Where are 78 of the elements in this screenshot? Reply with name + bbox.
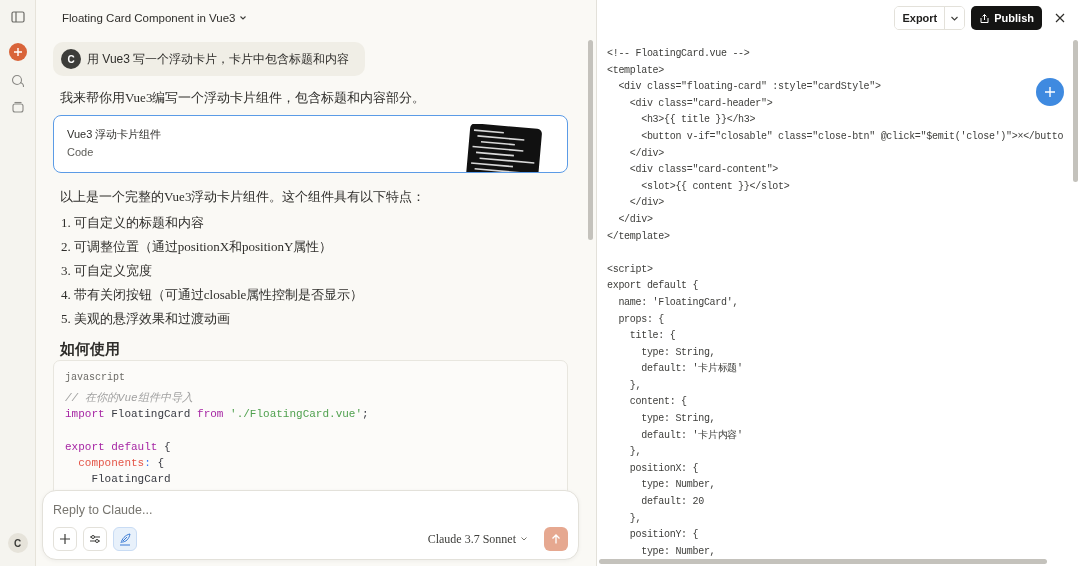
code-line: components: {: [77, 456, 165, 472]
code-line: },: [628, 511, 642, 526]
code-line: },: [628, 445, 642, 460]
new-chat-icon[interactable]: [8, 43, 27, 61]
projects-icon[interactable]: [9, 99, 26, 115]
code-line: <h3>{{ title }}</h3>: [640, 113, 756, 128]
user-avatar[interactable]: C: [7, 533, 28, 553]
list-number: 1.: [61, 215, 71, 231]
chat-title[interactable]: Floating Card Component in Vue3: [62, 9, 248, 27]
code-language: javascript: [65, 372, 125, 383]
arrow-up-icon[interactable]: [550, 533, 562, 545]
code-line: content: {: [628, 395, 687, 410]
code-line: FloatingCard: [90, 472, 171, 488]
scrollbar-thumb[interactable]: [599, 559, 1047, 564]
settings-button[interactable]: [83, 527, 107, 551]
list-number: 4.: [61, 287, 71, 303]
code-line: </div>: [628, 146, 664, 161]
code-line: name: 'FloatingCard',: [617, 295, 739, 310]
message-text: 用 Vue3 写一个浮动卡片，卡片中包含标题和内容: [87, 50, 350, 68]
code-line: <div class="floating-card" :style="cardStyle">: [617, 80, 881, 95]
sidebar-toggle-icon[interactable]: [9, 9, 26, 25]
caret-icon[interactable]: [520, 535, 528, 543]
artifact-title: Vue3 浮动卡片组件: [67, 127, 162, 142]
list-item-text: 美观的悬浮效果和过渡动画: [73, 311, 230, 327]
list-number: 2.: [61, 239, 71, 255]
send-button[interactable]: [544, 527, 568, 551]
scrollbar-thumb[interactable]: [588, 40, 593, 240]
code-line: <!-- FloatingCard.vue -->: [607, 47, 750, 61]
code-line: <slot>{{ content }}</slot>: [640, 179, 790, 194]
list-item-text: 带有关闭按钮（可通过closable属性控制是否显示）: [73, 287, 364, 303]
code-line: <button v-if="closable" class="close-btn" @click="$emit('close')">×</butto: [640, 129, 1064, 144]
code-line: <template>: [607, 63, 664, 78]
code-line: type: Number,: [640, 544, 716, 559]
section-heading: 如何使用: [60, 340, 121, 359]
code-line: </div>: [628, 196, 664, 211]
code-line: title: {: [628, 329, 676, 344]
share-icon: [979, 12, 991, 24]
code-line: export default {: [607, 279, 699, 294]
reply-text: 我来帮你用Vue3编写一个浮动卡片组件，包含标题和内容部分。: [60, 90, 427, 106]
add-icon[interactable]: [58, 532, 72, 546]
code-line: // 在你的Vue组件中导入: [65, 391, 193, 406]
artifact-type: Code: [67, 146, 95, 158]
artifact-card[interactable]: Vue3 浮动卡片组件 Code: [53, 115, 568, 173]
caret-icon[interactable]: [239, 14, 248, 22]
code-line: positionX: {: [628, 461, 699, 476]
list-number: 5.: [61, 311, 71, 327]
summary-text: 以上是一个完整的Vue3浮动卡片组件。这个组件具有以下特点：: [60, 189, 427, 205]
code-line: <div class="card-content">: [628, 163, 779, 178]
list-item-text: 可自定义宽度: [73, 263, 152, 279]
list-item-text: 可调整位置（通过positionX和positionY属性）: [73, 239, 333, 255]
model-selector[interactable]: Claude 3.7 Sonnet: [425, 529, 530, 549]
code-line: import FloatingCard from './FloatingCard.vue';: [65, 407, 369, 423]
code-line: <script>: [607, 262, 653, 277]
code-line: props: {: [617, 312, 664, 327]
publish-button[interactable]: Publish: [971, 6, 1042, 30]
code-line: default: '卡片内容': [640, 428, 743, 443]
list-item-text: 可自定义的标题和内容: [73, 215, 204, 231]
code-line: default: '卡片标题': [640, 361, 743, 377]
user-avatar: C: [61, 49, 81, 69]
feather-icon[interactable]: [118, 532, 132, 546]
add-button[interactable]: [1036, 78, 1064, 106]
code-line: type: String,: [640, 412, 716, 427]
code-line: </div>: [617, 212, 653, 227]
add-button[interactable]: [53, 527, 77, 551]
code-line: export default {: [65, 439, 171, 455]
code-line: default: 20: [640, 495, 704, 510]
list-number: 3.: [61, 263, 71, 279]
reply-field[interactable]: Reply to Claude...: [53, 501, 353, 519]
sliders-icon[interactable]: [88, 532, 102, 546]
code-line: },: [628, 378, 642, 393]
code-line: </template>: [607, 229, 670, 244]
code-line: positionY: {: [628, 528, 699, 543]
export-menu-button[interactable]: [944, 7, 965, 29]
scrollbar-thumb[interactable]: [1073, 40, 1078, 182]
code-line: <div class="card-header">: [628, 96, 773, 111]
code-line: type: String,: [640, 345, 716, 360]
code-line: type: Number,: [640, 478, 716, 493]
style-button[interactable]: [113, 527, 137, 551]
